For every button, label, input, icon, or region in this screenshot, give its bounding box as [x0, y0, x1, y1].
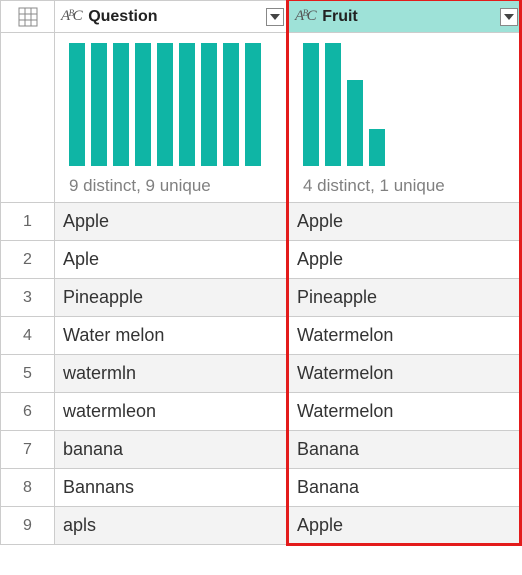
- distribution-bar: [325, 43, 341, 166]
- text-type-icon: ABC: [61, 8, 82, 25]
- column-profile-fruit[interactable]: 4 distinct, 1 unique: [289, 33, 522, 203]
- distribution-bars: [69, 43, 274, 174]
- distribution-bar: [303, 43, 319, 166]
- distinct-summary: 9 distinct, 9 unique: [69, 174, 274, 196]
- table-cell[interactable]: Apple: [289, 507, 522, 545]
- distribution-bar: [347, 80, 363, 166]
- distribution-bar: [223, 43, 239, 166]
- table-cell[interactable]: Pineapple: [289, 279, 522, 317]
- table-cell[interactable]: Watermelon: [289, 355, 522, 393]
- table-cell[interactable]: Watermelon: [289, 393, 522, 431]
- row-number[interactable]: 6: [1, 393, 55, 431]
- table-cell[interactable]: watermleon: [55, 393, 289, 431]
- table-cell[interactable]: Aple: [55, 241, 289, 279]
- distribution-bar: [179, 43, 195, 166]
- column-name: Fruit: [322, 8, 494, 26]
- table-cell[interactable]: Watermelon: [289, 317, 522, 355]
- distribution-bar: [201, 43, 217, 166]
- row-number[interactable]: 4: [1, 317, 55, 355]
- text-type-icon: ABC: [295, 8, 316, 25]
- distribution-bar: [135, 43, 151, 166]
- row-number[interactable]: 9: [1, 507, 55, 545]
- table-cell[interactable]: Bannans: [55, 469, 289, 507]
- column-profile-question[interactable]: 9 distinct, 9 unique: [55, 33, 289, 203]
- row-number[interactable]: 8: [1, 469, 55, 507]
- distribution-bars: [303, 43, 508, 174]
- distribution-bar: [245, 43, 261, 166]
- row-number[interactable]: 3: [1, 279, 55, 317]
- row-number[interactable]: 7: [1, 431, 55, 469]
- table-cell[interactable]: Apple: [289, 203, 522, 241]
- table-cell[interactable]: watermln: [55, 355, 289, 393]
- table-cell[interactable]: Banana: [289, 469, 522, 507]
- distribution-bar: [157, 43, 173, 166]
- distribution-bar: [113, 43, 129, 166]
- column-filter-dropdown[interactable]: [266, 8, 284, 26]
- column-filter-dropdown[interactable]: [500, 8, 518, 26]
- select-all-corner[interactable]: [1, 1, 55, 33]
- distinct-summary: 4 distinct, 1 unique: [303, 174, 508, 196]
- column-header-question[interactable]: ABC Question: [55, 1, 289, 33]
- row-number[interactable]: 2: [1, 241, 55, 279]
- column-header-fruit[interactable]: ABC Fruit: [289, 1, 522, 33]
- table-cell[interactable]: apls: [55, 507, 289, 545]
- table-cell[interactable]: banana: [55, 431, 289, 469]
- row-number[interactable]: 5: [1, 355, 55, 393]
- row-number[interactable]: 1: [1, 203, 55, 241]
- distribution-bar: [91, 43, 107, 166]
- distribution-bar: [69, 43, 85, 166]
- table-cell[interactable]: Banana: [289, 431, 522, 469]
- table-cell[interactable]: Apple: [289, 241, 522, 279]
- stats-row-gutter: [1, 33, 55, 203]
- table-cell[interactable]: Water melon: [55, 317, 289, 355]
- distribution-bar: [369, 129, 385, 166]
- table-cell[interactable]: Pineapple: [55, 279, 289, 317]
- table-cell[interactable]: Apple: [55, 203, 289, 241]
- column-name: Question: [88, 8, 260, 26]
